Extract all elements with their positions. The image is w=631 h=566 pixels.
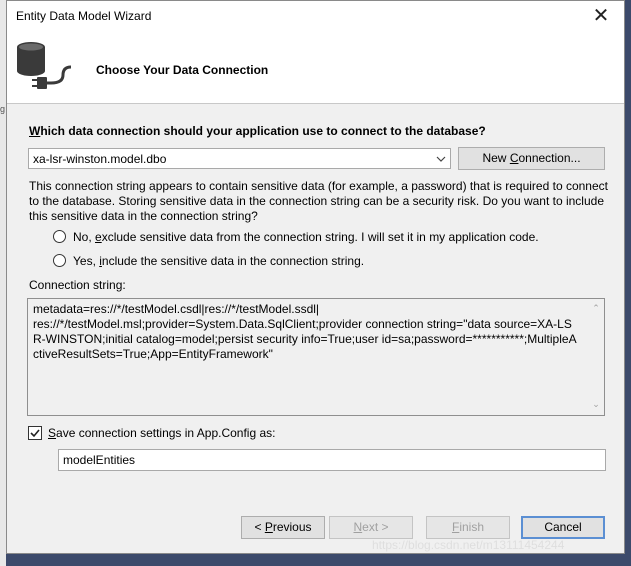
new-connection-label-end: onnection... <box>518 151 581 165</box>
next-button[interactable]: Next > <box>329 516 413 539</box>
radio-include-label-start: Yes, <box>73 254 100 268</box>
radio-exclude-sensitive[interactable]: No, exclude sensitive data from the conn… <box>53 230 539 244</box>
scroll-down-icon[interactable]: ⌄ <box>591 400 601 409</box>
chevron-down-icon <box>436 156 446 162</box>
previous-label-end: revious <box>272 520 312 534</box>
previous-button[interactable]: < Previous <box>241 516 325 539</box>
connection-question-label: Which data connection should your applic… <box>29 124 486 138</box>
page-title: Choose Your Data Connection <box>96 63 269 77</box>
connection-string-scrollbar[interactable]: ⌃ ⌄ <box>587 299 604 415</box>
question-access-key: W <box>29 124 41 138</box>
previous-access-key: P <box>264 520 273 534</box>
cancel-button[interactable]: Cancel <box>521 516 605 539</box>
connection-string-label: Connection string: <box>29 278 126 292</box>
radio-include-label-end: nclude the sensitive data in the connect… <box>101 254 365 268</box>
connection-select-value: xa-lsr-winston.model.dbo <box>33 152 167 166</box>
window-title: Entity Data Model Wizard <box>16 9 152 23</box>
finish-label: inish <box>459 520 485 534</box>
save-settings-checkbox[interactable] <box>28 426 42 440</box>
close-icon: ✕ <box>592 5 610 27</box>
close-button[interactable]: ✕ <box>584 3 618 29</box>
watermark-text: https://blog.csdn.net/m13111454244 <box>372 538 565 552</box>
connection-string-text: metadata=res://*/testModel.csdl|res://*/… <box>33 302 577 361</box>
save-settings-access-key: S <box>48 426 57 440</box>
next-label: ext > <box>362 520 389 534</box>
wizard-window: Entity Data Model Wizard ✕ Choose Your D… <box>6 0 625 554</box>
radio-exclude-label-end: xclude sensitive data from the connectio… <box>101 230 539 244</box>
next-access-key: N <box>353 520 363 534</box>
new-connection-label-start: New <box>482 151 510 165</box>
wizard-header: Choose Your Data Connection <box>7 31 624 104</box>
finish-button[interactable]: Finish <box>426 516 510 539</box>
entity-name-input[interactable] <box>58 449 606 471</box>
background-window-text: g <box>0 104 6 114</box>
new-connection-button[interactable]: New Connection... <box>458 147 605 170</box>
title-bar: Entity Data Model Wizard ✕ <box>7 1 624 31</box>
connection-select[interactable]: xa-lsr-winston.model.dbo <box>28 148 451 169</box>
radio-button-unselected[interactable] <box>53 254 66 267</box>
radio-exclude-label-start: No, <box>73 230 96 244</box>
radio-exclude-access-key: e <box>95 230 102 244</box>
question-text: hich data connection should your applica… <box>40 124 486 138</box>
radio-button-unselected[interactable] <box>53 230 66 243</box>
checkmark-icon <box>30 429 40 438</box>
connection-string-box[interactable]: metadata=res://*/testModel.csdl|res://*/… <box>27 298 605 416</box>
previous-label-start: < <box>254 520 265 534</box>
radio-include-sensitive[interactable]: Yes, include the sensitive data in the c… <box>53 254 364 268</box>
save-settings-label: ave connection settings in App.Config as… <box>56 426 276 440</box>
scroll-up-icon[interactable]: ⌃ <box>591 304 601 313</box>
save-settings-checkbox-row[interactable]: Save connection settings in App.Config a… <box>28 426 276 440</box>
database-connection-icon <box>17 42 72 89</box>
sensitive-data-notice: This connection string appears to contai… <box>29 179 608 223</box>
